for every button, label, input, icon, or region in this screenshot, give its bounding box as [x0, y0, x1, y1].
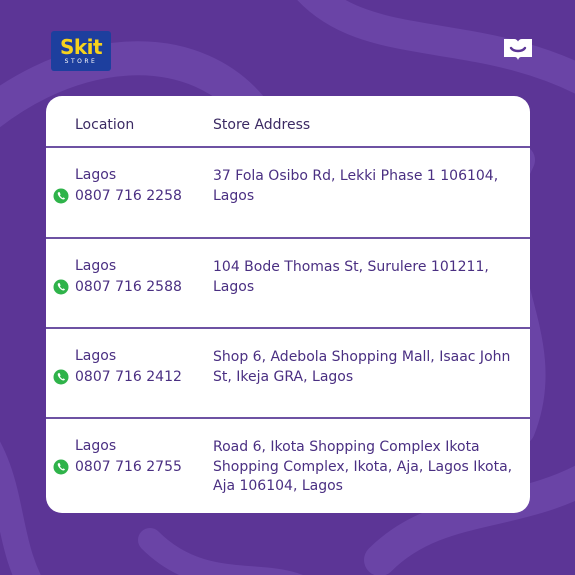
store-phone-number[interactable]: 0807 716 2258 — [75, 188, 182, 204]
store-address: Road 6, Ikota Shopping Complex Ikota Sho… — [213, 439, 513, 494]
location-city: Lagos — [75, 167, 117, 183]
location-city: Lagos — [75, 258, 117, 274]
store-phone-number[interactable]: 0807 716 2755 — [75, 459, 182, 475]
store-address: 37 Fola Osibo Rd, Lekki Phase 1 106104, … — [213, 168, 499, 204]
table-row: Lagos 0807 716 2755 Road 6, Ikota Shoppi… — [46, 418, 530, 508]
whatsapp-phone-icon — [53, 188, 69, 204]
whatsapp-phone-icon — [53, 279, 69, 295]
table-row: Lagos 0807 716 2258 37 Fola Osibo Rd, Le… — [46, 147, 530, 237]
logo-subtext: STORE — [64, 57, 98, 65]
store-locations-card: Location Store Address Lagos 0807 716 22… — [46, 96, 530, 513]
location-city: Lagos — [75, 438, 117, 454]
phone-group: 0807 716 2412 — [53, 369, 182, 385]
phone-group: 0807 716 2755 — [53, 459, 182, 475]
open-book-icon — [504, 39, 532, 60]
whatsapp-phone-icon — [53, 369, 69, 385]
logo-wordmark: Skit — [59, 34, 103, 59]
store-phone-number[interactable]: 0807 716 2588 — [75, 279, 182, 295]
column-header-store-address: Store Address — [213, 117, 311, 133]
store-address: 104 Bode Thomas St, Surulere 101211, Lag… — [213, 259, 489, 295]
store-phone-number[interactable]: 0807 716 2412 — [75, 369, 182, 385]
column-header-location: Location — [75, 117, 135, 133]
whatsapp-phone-icon — [53, 459, 69, 475]
skit-store-logo: Skit STORE — [51, 31, 111, 71]
location-city: Lagos — [75, 348, 117, 364]
table-header: Location Store Address — [46, 96, 530, 146]
table-row: Lagos 0807 716 2412 Shop 6, Adebola Shop… — [46, 328, 530, 418]
phone-group: 0807 716 2258 — [53, 188, 182, 204]
phone-group: 0807 716 2588 — [53, 279, 182, 295]
table-row: Lagos 0807 716 2588 104 Bode Thomas St, … — [46, 238, 530, 328]
store-address: Shop 6, Adebola Shopping Mall, Isaac Joh… — [213, 349, 511, 385]
